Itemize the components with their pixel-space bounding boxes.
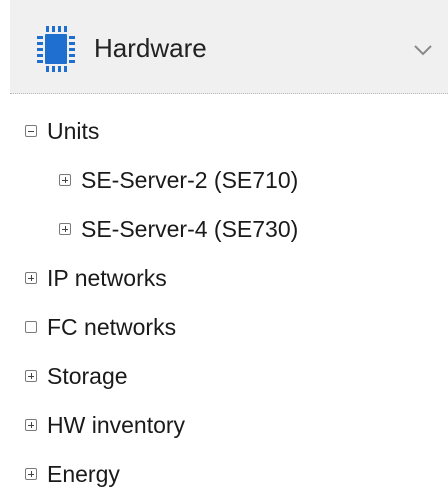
- tree-node-label: Units: [47, 118, 100, 144]
- hardware-tree: Units SE-Server-2 (SE710) SE-Server-4 (S…: [0, 0, 448, 502]
- tree-node-label: FC networks: [47, 314, 177, 340]
- tree-node-energy[interactable]: Energy: [25, 457, 120, 491]
- tree-node-fc-networks[interactable]: FC networks: [25, 310, 176, 344]
- collapse-toggle-icon[interactable]: [25, 125, 37, 137]
- expand-toggle-icon[interactable]: [25, 370, 37, 382]
- expand-toggle-icon[interactable]: [59, 174, 71, 186]
- tree-node-ip-networks[interactable]: IP networks: [25, 261, 167, 295]
- expand-toggle-icon[interactable]: [59, 223, 71, 235]
- tree-node-label: SE-Server-4 (SE730): [81, 216, 299, 242]
- tree-node-se-server-4[interactable]: SE-Server-4 (SE730): [59, 212, 298, 246]
- empty-node-icon: [25, 321, 37, 333]
- tree-node-label: Storage: [47, 363, 128, 389]
- tree-node-label: SE-Server-2 (SE710): [81, 167, 299, 193]
- tree-node-label: HW inventory: [47, 412, 186, 438]
- tree-node-hw-inventory[interactable]: HW inventory: [25, 408, 185, 442]
- tree-node-label: IP networks: [47, 265, 167, 291]
- tree-node-se-server-2[interactable]: SE-Server-2 (SE710): [59, 163, 298, 197]
- tree-node-label: Energy: [47, 461, 120, 487]
- expand-toggle-icon[interactable]: [25, 468, 37, 480]
- expand-toggle-icon[interactable]: [25, 272, 37, 284]
- tree-node-storage[interactable]: Storage: [25, 359, 128, 393]
- expand-toggle-icon[interactable]: [25, 419, 37, 431]
- tree-node-units[interactable]: Units: [25, 114, 99, 148]
